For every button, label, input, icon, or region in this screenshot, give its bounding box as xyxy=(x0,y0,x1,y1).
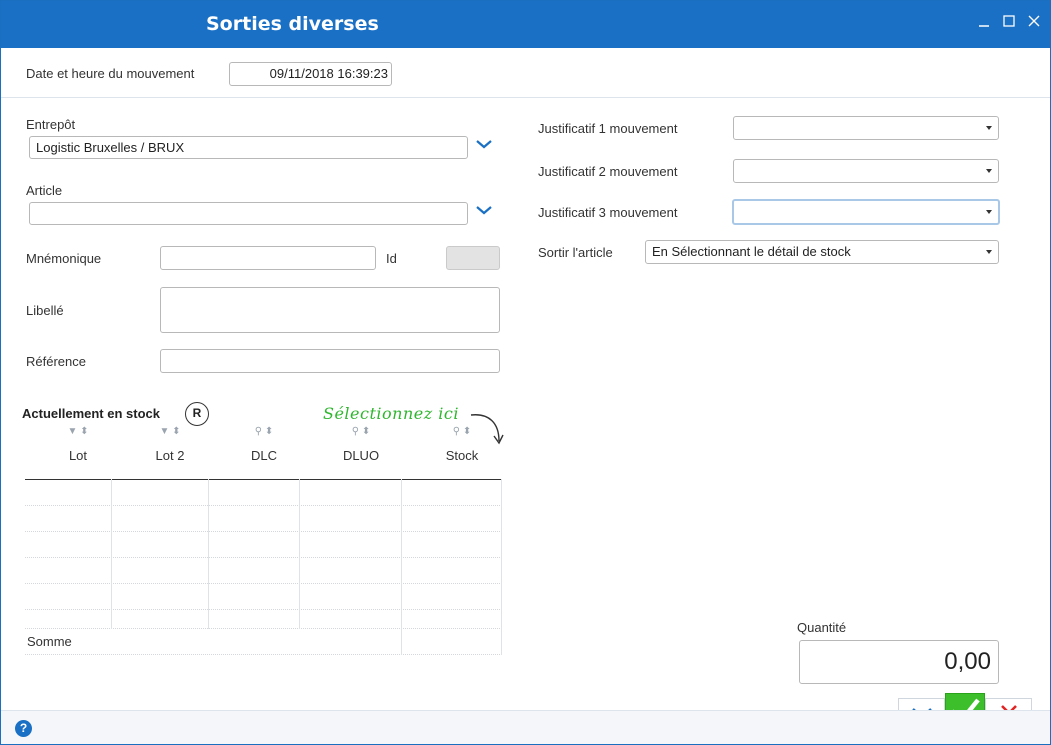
mnemonique-field[interactable] xyxy=(160,246,376,270)
stock-title: Actuellement en stock xyxy=(22,406,160,421)
header-band: Date et heure du mouvement 09/11/2018 16… xyxy=(1,48,1050,98)
justif2-label: Justificatif 2 mouvement xyxy=(538,164,678,179)
column-header-lot2[interactable]: ▼ ⬍ Lot 2 xyxy=(125,426,215,463)
maximize-icon[interactable] xyxy=(999,11,1019,31)
sortir-select[interactable]: En Sélectionnant le détail de stock xyxy=(645,240,999,264)
dropdown-arrow-icon xyxy=(986,169,992,173)
id-field xyxy=(446,246,500,270)
sum-label: Somme xyxy=(27,634,72,649)
libelle-label: Libellé xyxy=(26,303,64,318)
dialog-window: Sorties diverses Date et heure du mouvem… xyxy=(0,0,1051,745)
search-icon[interactable]: ⚲ ⬍ xyxy=(415,426,509,440)
window-title: Sorties diverses xyxy=(206,13,379,35)
column-header-dluo[interactable]: ⚲ ⬍ DLUO xyxy=(313,426,409,463)
column-label: Lot 2 xyxy=(155,448,185,463)
grid-col-divider xyxy=(501,479,502,655)
search-icon[interactable]: ⚲ ⬍ xyxy=(313,426,409,440)
grid-row-divider xyxy=(25,609,502,610)
justif3-label: Justificatif 3 mouvement xyxy=(538,205,678,220)
grid-col-divider xyxy=(111,479,112,629)
column-label: Stock xyxy=(445,448,479,463)
grid-header-divider xyxy=(25,479,502,480)
grid-row-divider xyxy=(25,505,502,506)
grid-row-divider xyxy=(25,628,502,629)
column-label: DLUO xyxy=(342,448,380,463)
column-header-lot[interactable]: ▼ ⬍ Lot xyxy=(35,426,121,463)
dropdown-arrow-icon xyxy=(986,126,992,130)
select-hint: Sélectionnez ici xyxy=(323,404,459,423)
refresh-badge[interactable]: R xyxy=(185,402,209,426)
datetime-field[interactable]: 09/11/2018 16:39:23 xyxy=(229,62,392,86)
search-icon[interactable]: ⚲ ⬍ xyxy=(219,426,309,440)
libelle-field[interactable] xyxy=(160,287,500,333)
stock-grid: ▼ ⬍ Lot ▼ ⬍ Lot 2 ⚲ ⬍ DLC ⚲ ⬍ DLUO ⚲ ⬍ S… xyxy=(25,426,502,656)
justif1-select[interactable] xyxy=(733,116,999,140)
quantity-label: Quantité xyxy=(797,620,847,635)
sortir-value: En Sélectionnant le détail de stock xyxy=(652,244,851,259)
dropdown-arrow-icon xyxy=(986,210,992,214)
datetime-label: Date et heure du mouvement xyxy=(26,66,195,81)
entrepot-label: Entrepôt xyxy=(26,117,76,132)
grid-row-divider xyxy=(25,557,502,558)
entrepot-field[interactable]: Logistic Bruxelles / BRUX xyxy=(29,136,468,159)
reference-label: Référence xyxy=(26,354,86,369)
mnemonique-label: Mnémonique xyxy=(26,251,102,266)
justif2-select[interactable] xyxy=(733,159,999,183)
chevron-down-icon[interactable] xyxy=(475,204,493,216)
help-icon[interactable]: ? xyxy=(15,720,32,737)
column-header-dlc[interactable]: ⚲ ⬍ DLC xyxy=(219,426,309,463)
justif1-label: Justificatif 1 mouvement xyxy=(538,121,678,136)
grid-row-divider xyxy=(25,531,502,532)
chevron-down-icon[interactable] xyxy=(475,138,493,150)
article-label: Article xyxy=(26,183,63,198)
reference-field[interactable] xyxy=(160,349,500,373)
filter-icon[interactable]: ▼ ⬍ xyxy=(35,426,121,440)
grid-col-divider xyxy=(401,479,402,655)
quantity-field[interactable]: 0,00 xyxy=(799,640,999,684)
column-header-stock[interactable]: ⚲ ⬍ Stock xyxy=(415,426,509,463)
grid-row-divider xyxy=(25,583,502,584)
minimize-icon[interactable] xyxy=(974,11,994,31)
grid-row-divider xyxy=(25,654,502,655)
column-label: DLC xyxy=(250,448,277,463)
title-bar: Sorties diverses xyxy=(1,1,1050,48)
column-label: Lot xyxy=(68,448,88,463)
dropdown-arrow-icon xyxy=(986,250,992,254)
sortir-label: Sortir l'article xyxy=(538,245,613,260)
article-field[interactable] xyxy=(29,202,468,225)
grid-col-divider xyxy=(208,479,209,629)
id-label: Id xyxy=(386,251,397,266)
grid-col-divider xyxy=(299,479,300,629)
filter-icon[interactable]: ▼ ⬍ xyxy=(125,426,215,440)
footer-band: ? xyxy=(1,710,1050,744)
justif3-select[interactable] xyxy=(732,199,1000,225)
close-icon[interactable] xyxy=(1024,11,1044,31)
